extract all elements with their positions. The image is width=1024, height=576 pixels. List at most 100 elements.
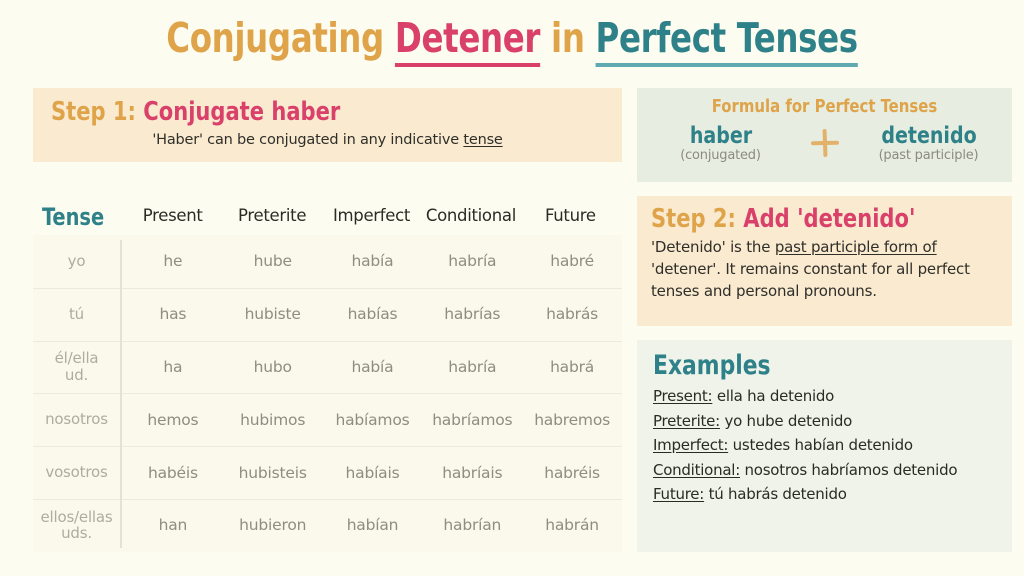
column-header-conditional: Conditional: [425, 206, 516, 225]
row-pronoun: él/ella ud.: [54, 349, 99, 384]
row-cells: habéis hubisteis habíais habríais habréis: [120, 464, 622, 482]
table-cell: habías: [347, 305, 398, 324]
table-cell: hube: [253, 252, 292, 271]
table-cell: habíamos: [335, 410, 410, 429]
example-item: Preterite: yo hube detenido: [653, 412, 1012, 430]
row-cells: has hubiste habías habrías habrás: [120, 305, 622, 323]
step2-body-underlined: past participle form of: [774, 238, 937, 256]
example-tense-label: Preterite:: [653, 411, 720, 430]
title-part-conjugating: Conjugating: [166, 14, 384, 62]
step1-panel: Step 1: Conjugate haber 'Haber' can be c…: [33, 88, 622, 162]
table-cell: hemos: [147, 410, 199, 429]
step1-subtitle-text: 'Haber' can be conjugated in any indicat…: [152, 132, 464, 148]
example-item: Imperfect: ustedes habían detenido: [653, 436, 1012, 454]
table-cell: has: [159, 305, 187, 324]
table-cell: habrías: [444, 305, 501, 324]
row-pronoun: vosotros: [45, 463, 108, 482]
formula-panel: Formula for Perfect Tenses haber (conjug…: [637, 88, 1012, 182]
plus-icon: [810, 128, 839, 158]
table-cell: había: [351, 252, 394, 271]
step1-subtitle: 'Haber' can be conjugated in any indicat…: [33, 132, 622, 148]
formula-detenido-note: (past participle): [878, 148, 979, 163]
table-cell: hubisteis: [238, 463, 307, 482]
table-cell: habrá: [550, 357, 595, 376]
table-cell: habíais: [345, 463, 400, 482]
example-sentence: yo hube detenido: [719, 411, 853, 430]
row-pronoun: nosotros: [45, 410, 108, 429]
example-item: Present: ella ha detenido: [653, 387, 1012, 405]
example-sentence: tú habrás detenido: [704, 485, 847, 503]
formula-row: haber (conjugated) detenido (past partic…: [637, 123, 1012, 163]
table-cell: habríamos: [432, 410, 513, 429]
step1-subtitle-underlined: tense: [463, 132, 503, 148]
step2-title: Add 'detenido': [743, 204, 916, 234]
table-cell: habría: [448, 357, 497, 376]
table-cell: hubo: [253, 357, 292, 376]
table-cell: habían: [346, 516, 399, 535]
table-cell: ha: [163, 357, 183, 376]
step1-heading: Step 1: Conjugate haber: [51, 97, 565, 127]
table-column-headers: Present Preterite Imperfect Conditional …: [123, 206, 620, 225]
table-cell: han: [158, 516, 188, 535]
row-cells: han hubieron habían habrían habrán: [120, 516, 622, 534]
formula-right-term: detenido (past participle): [854, 123, 1004, 163]
example-tense-label: Present:: [653, 387, 713, 405]
step1-title: Conjugate haber: [143, 97, 341, 127]
examples-list: Present: ella ha detenido Preterite: yo h…: [653, 387, 1012, 503]
formula-left-term: haber (conjugated): [646, 123, 796, 163]
table-cell: habrás: [546, 305, 599, 324]
table-cell: habrían: [443, 516, 502, 535]
example-tense-label: Imperfect:: [653, 436, 729, 454]
formula-haber-note: (conjugated): [680, 148, 761, 163]
column-header-future: Future: [544, 206, 596, 225]
table-cell: habré: [550, 252, 594, 271]
formula-detenido-word: detenido: [880, 123, 977, 149]
table-cell: habéis: [147, 463, 198, 482]
page-title: Conjugating Detener in Perfect Tenses: [61, 14, 962, 67]
table-corner-label: Tense: [42, 203, 105, 231]
infographic-page: Conjugating Detener in Perfect Tenses St…: [0, 0, 1024, 576]
step2-label: Step 2:: [651, 204, 736, 234]
row-pronoun: tú: [69, 304, 84, 323]
example-item: Future: tú habrás detenido: [653, 485, 1012, 503]
step2-panel: Step 2: Add 'detenido' 'Detenido' is the…: [637, 196, 1012, 326]
formula-title: Formula for Perfect Tenses: [711, 96, 938, 117]
step2-body: 'Detenido' is the past participle form o…: [651, 236, 998, 303]
formula-haber-word: haber: [689, 123, 752, 149]
step1-label: Step 1:: [51, 97, 136, 127]
row-cells: ha hubo había habría habrá: [120, 358, 622, 376]
example-item: Conditional: nosotros habríamos detenido: [653, 461, 1012, 479]
examples-panel: Examples Present: ella ha detenido Preter…: [637, 340, 1012, 552]
table-cell: habría: [448, 252, 497, 271]
column-header-preterite: Preterite: [238, 206, 307, 225]
table-cell: he: [163, 252, 183, 271]
table-cell: habremos: [534, 410, 610, 429]
row-cells: he hube había habría habré: [120, 252, 622, 270]
example-tense-label: Conditional:: [653, 460, 740, 479]
step2-body-before: 'Detenido' is the: [651, 238, 775, 256]
table-cell: habréis: [544, 463, 600, 482]
step2-body-after: 'detener'. It remains constant for all p…: [651, 260, 970, 301]
title-verb-detener: Detener: [394, 14, 540, 67]
table-cell: hubimos: [240, 410, 306, 429]
title-part-in: in: [551, 14, 585, 62]
row-cells: hemos hubimos habíamos habríamos habremos: [120, 411, 622, 429]
row-pronoun: yo: [67, 252, 86, 270]
column-header-imperfect: Imperfect: [332, 206, 411, 225]
example-sentence: nosotros habríamos detenido: [740, 460, 958, 479]
table-cell: habríais: [442, 463, 503, 482]
table-vertical-divider: [120, 240, 122, 548]
formula-operator: [796, 123, 854, 158]
table-cell: hubiste: [244, 305, 301, 324]
title-part-perfect-tenses: Perfect Tenses: [595, 14, 858, 67]
table-cell: había: [351, 357, 394, 376]
examples-heading: Examples: [653, 350, 771, 381]
column-header-present: Present: [142, 206, 203, 225]
step2-heading: Step 2: Add 'detenido': [651, 204, 963, 234]
example-tense-label: Future:: [653, 485, 705, 503]
table-cell: habrán: [545, 516, 599, 535]
row-pronoun: ellos/ellas uds.: [40, 507, 113, 543]
example-sentence: ustedes habían detenido: [728, 436, 913, 454]
table-cell: hubieron: [239, 516, 307, 535]
example-sentence: ella ha detenido: [712, 387, 835, 405]
